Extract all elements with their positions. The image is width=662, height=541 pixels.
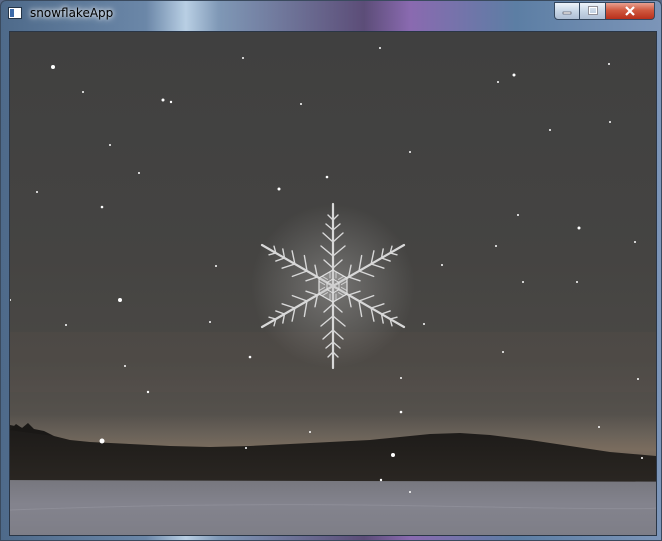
treeline — [10, 425, 656, 482]
app-icon[interactable] — [8, 7, 22, 19]
close-button[interactable] — [606, 2, 655, 20]
maximize-button[interactable] — [580, 2, 606, 20]
snowflake-icon — [251, 202, 415, 370]
window-title: snowflakeApp — [30, 6, 114, 20]
maximize-icon — [587, 6, 598, 15]
title-bar[interactable]: snowflakeApp — [1, 1, 661, 27]
close-icon — [625, 6, 635, 16]
scene-canvas[interactable] — [9, 31, 657, 536]
app-window: snowflakeApp — [0, 0, 662, 541]
scene-graphic — [10, 47, 656, 535]
minimize-icon — [562, 11, 572, 15]
minimize-button[interactable] — [554, 2, 580, 20]
